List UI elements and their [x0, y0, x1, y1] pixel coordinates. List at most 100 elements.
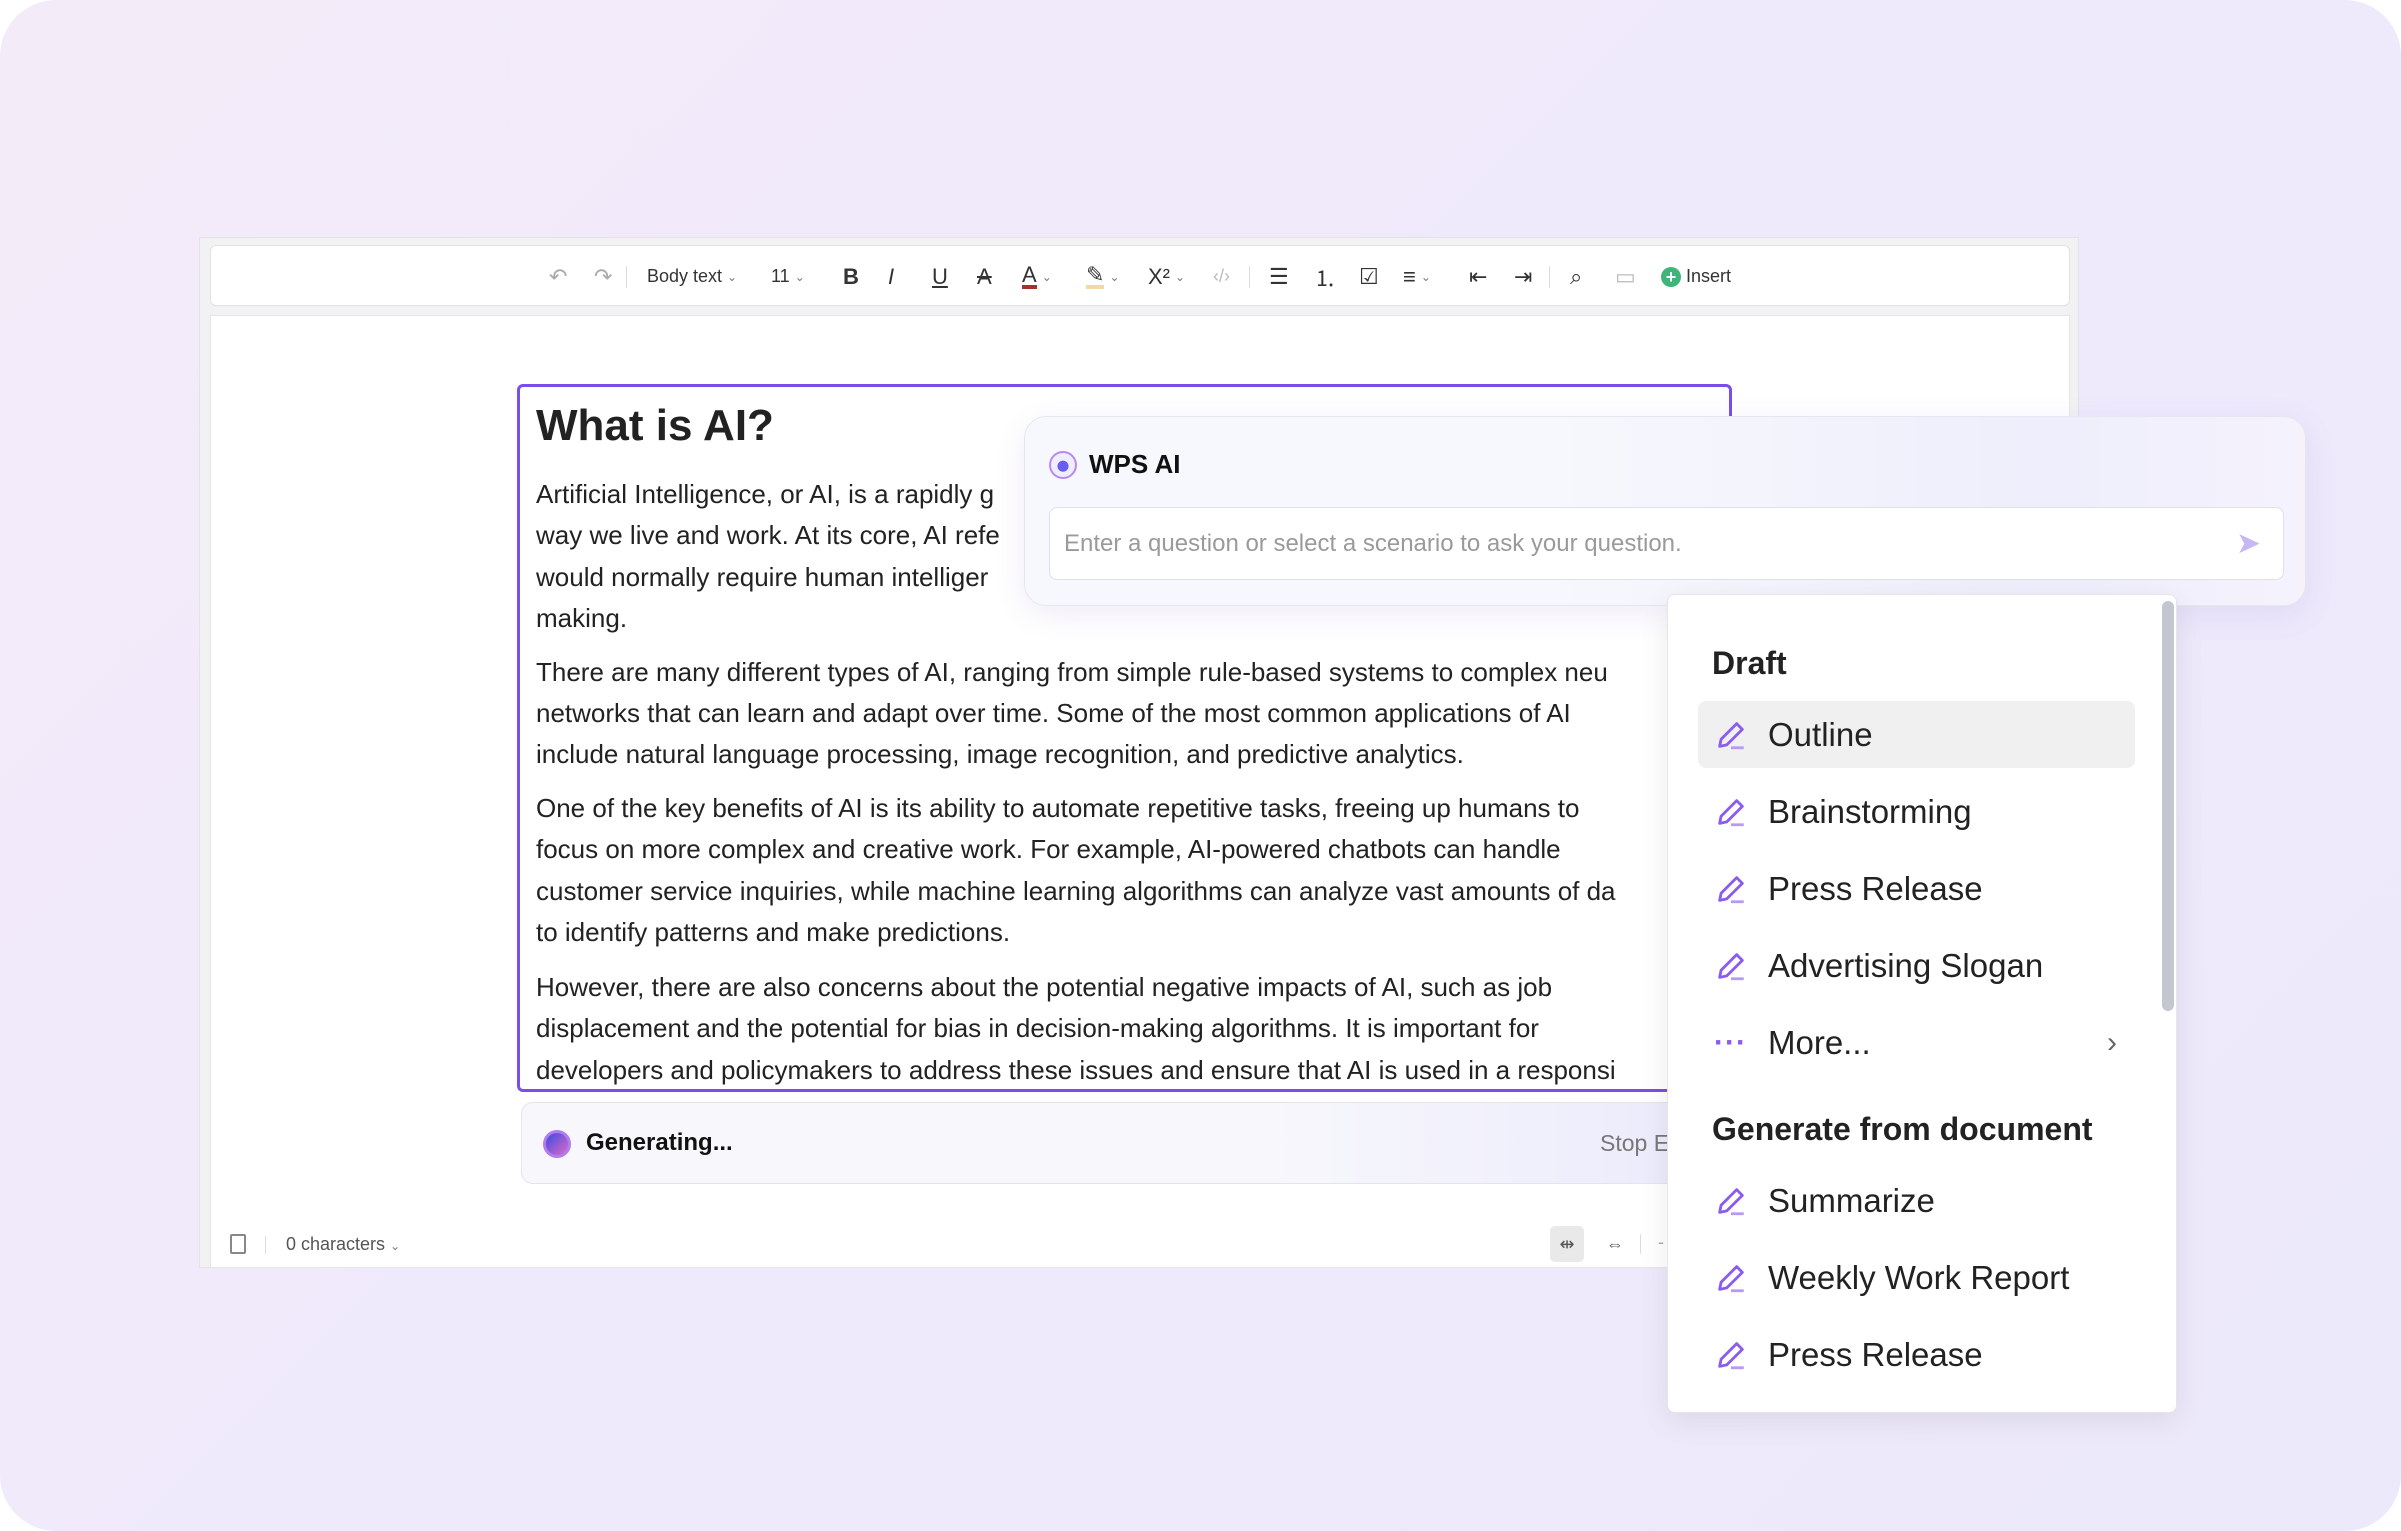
generating-bar: Generating... Stop E — [521, 1102, 1721, 1184]
plus-circle-icon: + — [1661, 266, 1681, 287]
stop-button[interactable]: Stop E — [1600, 1130, 1669, 1157]
text-line: However, there are also concerns about t… — [536, 972, 1553, 1002]
wide-view-button[interactable]: ⇔ — [1598, 1226, 1632, 1262]
divider — [1640, 1234, 1641, 1254]
underline-icon: U — [932, 263, 948, 289]
send-icon[interactable]: ➤ — [2236, 526, 2261, 561]
ai-question-input[interactable] — [1064, 508, 2214, 579]
indent-icon: ⇥ — [1514, 263, 1533, 289]
indent-button[interactable]: ⇥ — [1514, 246, 1532, 307]
menu-item-outline[interactable]: Outline — [1698, 701, 2135, 768]
chevron-down-icon: ⌄ — [1109, 269, 1120, 284]
align-button[interactable]: ≡ ⌄ — [1403, 246, 1431, 307]
menu-item-weekly-work-report[interactable]: Weekly Work Report — [1698, 1244, 2135, 1311]
scrollbar[interactable] — [2162, 601, 2174, 1011]
text-line: focus on more complex and creative work.… — [536, 834, 1561, 864]
bullet-list-button[interactable]: ☰ — [1269, 246, 1289, 307]
italic-button[interactable]: I — [888, 246, 894, 307]
text-line: Artificial Intelligence, or AI, is a rap… — [536, 479, 995, 509]
pen-icon — [1718, 1264, 1744, 1292]
style-select-value: Body text — [647, 266, 723, 286]
wps-ai-logo-icon — [1049, 451, 1077, 479]
insert-button[interactable]: + Insert — [1661, 246, 1731, 307]
menu-item-advertising-slogan[interactable]: Advertising Slogan — [1698, 932, 2135, 999]
text-line: making. — [536, 603, 628, 633]
strikethrough-button[interactable]: A — [977, 246, 992, 307]
pen-icon — [1718, 875, 1744, 903]
search-button[interactable]: ⌕ — [1570, 246, 1582, 307]
comment-button[interactable]: ▭ — [1615, 246, 1636, 307]
font-size-value: 11 — [771, 266, 790, 286]
font-color-icon: A — [1022, 261, 1037, 289]
menu-item-press-release[interactable]: Press Release — [1698, 855, 2135, 922]
font-color-button[interactable]: A ⌄ — [1022, 246, 1052, 307]
divider — [1249, 266, 1250, 288]
outline-icon[interactable] — [230, 1234, 246, 1254]
zoom-out-button[interactable]: - — [1658, 1232, 1664, 1253]
bold-icon: B — [843, 263, 859, 289]
checklist-button[interactable]: ☑ — [1359, 246, 1379, 307]
numbered-list-button[interactable]: ⒈ — [1314, 246, 1336, 307]
draft-header: Draft — [1712, 645, 1787, 681]
outdent-button[interactable]: ⇤ — [1469, 246, 1487, 307]
chevron-down-icon: ⌄ — [1041, 269, 1052, 284]
outdent-icon: ⇤ — [1469, 263, 1488, 289]
numbered-list-icon: ⒈ — [1314, 265, 1337, 291]
divider — [265, 1236, 266, 1254]
code-icon: ‹/› — [1213, 266, 1230, 286]
menu-item-label: Summarize — [1768, 1181, 1935, 1219]
character-count[interactable]: 0 characters ⌄ — [286, 1234, 400, 1255]
chevron-down-icon: ⌄ — [794, 269, 805, 284]
style-select[interactable]: Body text ⌄ — [647, 246, 737, 307]
highlighter-icon: ✎ — [1086, 261, 1105, 289]
more-dots-icon: ··· — [1714, 1025, 1747, 1059]
character-count-label: 0 characters — [286, 1234, 386, 1254]
divider — [1549, 266, 1550, 288]
compact-view-button[interactable]: ⇹ — [1550, 1226, 1584, 1262]
superscript-button[interactable]: X² ⌄ — [1148, 246, 1185, 307]
pen-icon — [1718, 952, 1744, 980]
text-line: networks that can learn and adapt over t… — [536, 698, 1571, 728]
pen-icon — [1718, 1341, 1744, 1369]
pen-icon — [1718, 1187, 1744, 1215]
text-line: way we live and work. At its core, AI re… — [536, 520, 1000, 550]
wps-ai-icon — [543, 1130, 571, 1158]
code-button[interactable]: ‹/› — [1213, 246, 1230, 307]
menu-item-label: More... — [1768, 1023, 1871, 1061]
redo-icon: ↷ — [594, 263, 613, 289]
menu-item-press-release-doc[interactable]: Press Release — [1698, 1321, 2135, 1388]
pen-icon — [1718, 721, 1744, 749]
redo-button[interactable]: ↷ — [594, 246, 612, 307]
menu-item-summarize[interactable]: Summarize — [1698, 1167, 2135, 1234]
text-line: One of the key benefits of AI is its abi… — [536, 793, 1580, 823]
ai-question-field[interactable]: ➤ — [1049, 507, 2284, 580]
undo-button[interactable]: ↶ — [549, 246, 567, 307]
menu-item-label: Weekly Work Report — [1768, 1258, 2070, 1296]
menu-item-label: Outline — [1768, 715, 1873, 753]
text-line: would normally require human intelliger — [536, 562, 989, 592]
text-line: There are many different types of AI, ra… — [536, 657, 1608, 687]
undo-icon: ↶ — [549, 263, 568, 289]
menu-item-label: Advertising Slogan — [1768, 946, 2044, 984]
checkbox-icon: ☑ — [1359, 263, 1379, 289]
menu-item-more[interactable]: ··· More... › — [1698, 1009, 2135, 1076]
document-title: What is AI? — [536, 401, 774, 450]
divider — [626, 266, 627, 288]
bold-button[interactable]: B — [843, 246, 859, 307]
highlight-button[interactable]: ✎ ⌄ — [1086, 246, 1120, 307]
generating-status: Generating... — [586, 1129, 733, 1156]
wps-ai-panel: WPS AI ➤ — [1024, 416, 2306, 606]
font-size-select[interactable]: 11 ⌄ — [771, 246, 805, 307]
wps-ai-title: WPS AI — [1089, 449, 1181, 479]
menu-item-brainstorming[interactable]: Brainstorming — [1698, 778, 2135, 845]
text-line: include natural language processing, ima… — [536, 739, 1464, 769]
menu-item-label: Press Release — [1768, 1335, 1983, 1373]
underline-button[interactable]: U — [932, 246, 948, 307]
menu-item-label: Press Release — [1768, 869, 1983, 907]
chevron-down-icon: ⌄ — [727, 269, 738, 284]
scenario-menu: Draft Outline Brainstorming Press Releas… — [1667, 594, 2177, 1413]
text-line: customer service inquiries, while machin… — [536, 876, 1616, 906]
text-line: displacement and the potential for bias … — [536, 1013, 1539, 1043]
strikethrough-icon: A — [977, 263, 992, 289]
pen-icon — [1718, 798, 1744, 826]
